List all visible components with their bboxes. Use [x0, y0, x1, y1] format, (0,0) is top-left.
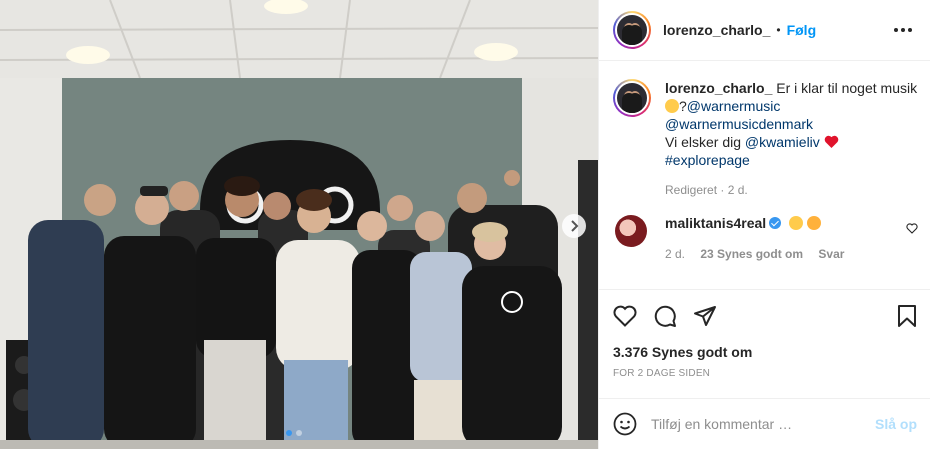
- add-comment-bar: Tilføj en kommentar … Slå op: [599, 398, 930, 449]
- post-actions: 3.376 Synes godt om FOR 2 DAGE SIDEN: [599, 289, 930, 379]
- hashtag-explorepage[interactable]: #explorepage: [665, 152, 750, 168]
- author-avatar[interactable]: [613, 11, 651, 49]
- red-heart-icon: [824, 135, 838, 148]
- more-options-icon[interactable]: [890, 24, 916, 36]
- commenter-username[interactable]: maliktanis4real: [665, 215, 766, 231]
- caption-meta: Redigeret · 2 d.: [665, 183, 748, 197]
- post-sidebar: lorenzo_charlo_ • Følg lorenzo_charlo_ E…: [598, 0, 930, 449]
- caption-username[interactable]: lorenzo_charlo_: [665, 80, 772, 96]
- post-photo[interactable]: [0, 0, 598, 449]
- mention-warnermusicdenmark[interactable]: @warnermusicdenmark: [665, 116, 813, 132]
- share-icon[interactable]: [693, 304, 717, 328]
- comment-icon[interactable]: [653, 304, 677, 328]
- chevron-right-icon: [571, 220, 579, 232]
- post-comment-button[interactable]: Slå op: [875, 416, 917, 432]
- instagram-post: lorenzo_charlo_ • Følg lorenzo_charlo_ E…: [0, 0, 930, 449]
- likes-count[interactable]: 3.376 Synes godt om: [613, 344, 917, 360]
- verified-badge-icon: [769, 217, 782, 229]
- comment-likes[interactable]: 23 Synes godt om: [700, 247, 803, 261]
- caption-avatar[interactable]: [613, 79, 651, 117]
- caption: lorenzo_charlo_ Er i klar til noget musi…: [599, 61, 930, 197]
- group-photo-image: [0, 0, 598, 449]
- surprised-emoji-icon: [789, 216, 804, 230]
- commenter-avatar[interactable]: [615, 215, 647, 247]
- comment-meta: 2 d. 23 Synes godt om Svar: [665, 247, 856, 261]
- comment-input[interactable]: Tilføj en kommentar …: [651, 416, 875, 432]
- bookmark-icon[interactable]: [897, 304, 917, 328]
- caption-text: lorenzo_charlo_ Er i klar til noget musi…: [665, 79, 921, 169]
- like-heart-icon[interactable]: [613, 305, 637, 327]
- post-time: FOR 2 DAGE SIDEN: [613, 368, 711, 379]
- post-header: lorenzo_charlo_ • Følg: [599, 0, 930, 61]
- carousel-dot: [286, 430, 292, 436]
- face-emoji-icon: [665, 99, 679, 113]
- comment-time: 2 d.: [665, 247, 686, 261]
- caption-line-3: Vi elsker dig: [665, 134, 742, 150]
- separator-dot: •: [776, 23, 781, 37]
- mention-kwamieliv[interactable]: @kwamieliv: [745, 134, 820, 150]
- comment-item: maliktanis4real 2 d. 23 Synes godt om Sv…: [599, 197, 930, 261]
- author-username[interactable]: lorenzo_charlo_: [663, 22, 770, 38]
- caption-line-1: Er i klar til noget musik: [776, 80, 918, 96]
- follow-button[interactable]: Følg: [787, 22, 817, 38]
- reply-button[interactable]: Svar: [818, 247, 844, 261]
- carousel-dots: [286, 430, 302, 436]
- action-icons: [613, 304, 917, 328]
- heart-eyes-emoji-icon: [806, 216, 821, 230]
- comment-body: maliktanis4real: [665, 215, 856, 231]
- comment-like-heart-icon[interactable]: [906, 223, 918, 234]
- emoji-picker-icon[interactable]: [613, 412, 637, 436]
- next-slide-button[interactable]: [562, 214, 586, 238]
- carousel-dot: [296, 430, 302, 436]
- mention-warnermusic[interactable]: @warnermusic: [687, 98, 781, 114]
- caption-question: ?: [679, 98, 687, 114]
